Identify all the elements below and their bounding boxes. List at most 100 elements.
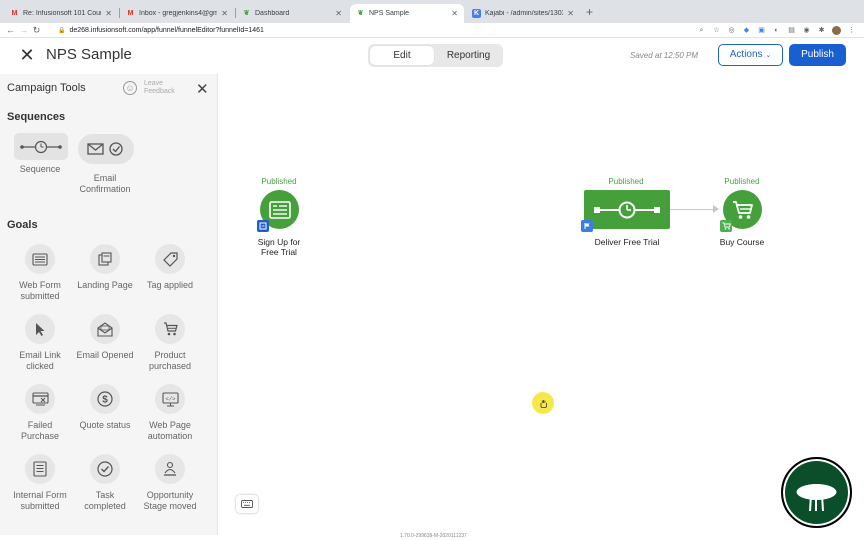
close-tab-icon[interactable]: ✕ — [567, 9, 574, 18]
actions-label: Actions — [729, 49, 763, 60]
email-opened-goal[interactable]: Email Opened — [74, 314, 136, 361]
node-label: Sign Up for Free Trial — [257, 237, 301, 257]
menu-icon[interactable]: ⋮ — [847, 26, 856, 35]
tool-label: Landing Page — [77, 280, 133, 290]
goals-heading: Goals — [7, 219, 38, 231]
tool-label: Task completed — [84, 490, 126, 511]
zoom-icon[interactable]: ⌕ — [697, 26, 706, 35]
failed-purchase-icon — [25, 384, 55, 414]
node-label: Deliver Free Trial — [594, 237, 660, 247]
tool-label: Web Page automation — [147, 420, 193, 441]
failed-purchase-goal[interactable]: Failed Purchase — [9, 384, 71, 441]
internal-form-goal[interactable]: Internal Form submitted — [9, 454, 71, 511]
email-confirmation-icon — [87, 142, 123, 156]
task-completed-goal[interactable]: Task completed — [74, 454, 136, 511]
extension-icon[interactable]: ◉ — [802, 26, 811, 35]
publish-button[interactable]: Publish — [789, 44, 846, 66]
tool-label: Opportunity Stage moved — [143, 490, 197, 511]
avatar[interactable] — [832, 25, 841, 35]
browser-tab[interactable]: M Inbox - gregjenkins4@gmail.c ✕ — [120, 4, 234, 23]
node-label: Buy Course — [719, 237, 765, 247]
close-icon[interactable]: ✕ — [19, 46, 35, 64]
email-confirmation-tool[interactable] — [78, 134, 134, 164]
cart-icon — [155, 314, 185, 344]
new-tab-icon[interactable]: + — [586, 5, 593, 19]
quote-status-goal[interactable]: $ Quote status — [74, 384, 136, 431]
landing-page-goal[interactable]: Landing Page — [74, 244, 136, 291]
web-form-icon — [25, 244, 55, 274]
url-field[interactable]: 🔒 de268.infusionsoft.com/app/funnel/funn… — [58, 24, 264, 36]
browser-tab[interactable]: ❦ Dashboard ✕ — [236, 4, 348, 23]
landing-page-icon — [90, 244, 120, 274]
gmail-icon: M — [127, 10, 134, 17]
campaign-tools-panel: Campaign Tools ☺ Leave Feedback ✕ Sequen… — [0, 74, 218, 535]
tool-label: Internal Form submitted — [13, 490, 67, 511]
close-tab-icon[interactable]: ✕ — [335, 9, 342, 18]
web-form-icon — [268, 200, 291, 219]
tab-title: Kajabi - /admin/sites/130374/c — [485, 10, 563, 17]
tool-label: Quote status — [79, 420, 131, 430]
dollar-icon: $ — [90, 384, 120, 414]
cursor-icon — [25, 314, 55, 344]
tool-label: Failed Purchase — [20, 420, 60, 441]
product-purchased-goal[interactable]: Product purchased — [139, 314, 201, 371]
smiley-icon[interactable]: ☺ — [123, 81, 137, 95]
tree-logo — [781, 457, 852, 528]
close-panel-icon[interactable]: ✕ — [196, 80, 209, 98]
close-tab-icon[interactable]: ✕ — [451, 9, 458, 18]
leave-feedback-link[interactable]: Leave Feedback — [144, 80, 188, 96]
kajabi-icon: K — [472, 9, 481, 18]
tool-label: Email Opened — [76, 350, 134, 360]
address-bar-row: ← → ↻ 🔒 de268.infusionsoft.com/app/funne… — [0, 23, 864, 38]
tool-label: Sequence — [19, 164, 61, 174]
back-icon[interactable]: ← — [4, 25, 17, 35]
cart-badge-icon — [720, 220, 732, 232]
sequence-tool[interactable] — [14, 133, 68, 160]
funnel-canvas[interactable] — [219, 74, 864, 535]
close-tab-icon[interactable]: ✕ — [221, 9, 228, 18]
web-page-automation-goal[interactable]: </> Web Page automation — [139, 384, 201, 441]
opportunity-icon — [155, 454, 185, 484]
mouse-cursor-highlight — [532, 392, 554, 414]
tool-label: Tag applied — [146, 280, 194, 290]
web-page-icon: </> — [155, 384, 185, 414]
actions-button[interactable]: Actions ⌄ — [718, 44, 783, 66]
infusionsoft-icon: ❦ — [357, 10, 364, 17]
web-form-goal[interactable]: Web Form submitted — [9, 244, 71, 301]
chevron-down-icon: ⌄ — [765, 52, 772, 59]
extension-icon[interactable]: ▣ — [757, 26, 766, 35]
cart-icon — [732, 200, 753, 219]
sequence-node[interactable] — [584, 190, 670, 229]
keyboard-icon — [241, 500, 253, 508]
flag-badge-icon — [581, 220, 593, 232]
svg-text:</>: </> — [165, 395, 175, 402]
url-text: de268.infusionsoft.com/app/funnel/funnel… — [69, 26, 264, 34]
panel-title: Campaign Tools — [7, 82, 86, 94]
tool-label-text: Email Confirmation — [79, 173, 131, 194]
email-opened-icon — [90, 314, 120, 344]
connector-line[interactable] — [670, 209, 714, 210]
puzzle-icon[interactable]: ✱ — [817, 26, 826, 35]
forward-icon[interactable]: → — [17, 25, 30, 35]
browser-tab[interactable]: M Re: Infusionsoft 101 Course Ac ✕ — [4, 4, 118, 23]
close-tab-icon[interactable]: ✕ — [105, 9, 112, 18]
opportunity-stage-goal[interactable]: Opportunity Stage moved — [139, 454, 201, 511]
browser-tab-active[interactable]: ❦ NPS Sample ✕ — [350, 4, 464, 23]
email-link-clicked-goal[interactable]: Email Link clicked — [9, 314, 71, 371]
mode-toggle: Edit Reporting — [368, 44, 503, 67]
extension-icon[interactable]: ◎ — [727, 26, 736, 35]
keyboard-shortcuts-button[interactable] — [236, 495, 258, 513]
extension-icon[interactable]: ▤ — [787, 26, 796, 35]
page-title: NPS Sample — [46, 46, 132, 63]
reload-icon[interactable]: ↻ — [30, 25, 43, 36]
bookmark-star-icon[interactable]: ☆ — [712, 26, 721, 35]
browser-tab[interactable]: K Kajabi - /admin/sites/130374/c ✕ — [466, 4, 580, 23]
gmail-icon: M — [11, 10, 18, 17]
extension-icon[interactable]: ◆ — [742, 26, 751, 35]
tab-title: Dashboard — [255, 10, 290, 17]
tab-edit[interactable]: Edit — [370, 46, 434, 65]
extension-icon[interactable]: ◐ — [772, 26, 781, 35]
tag-applied-goal[interactable]: Tag applied — [139, 244, 201, 291]
tab-title: Re: Infusionsoft 101 Course Ac — [23, 10, 101, 17]
tab-reporting[interactable]: Reporting — [436, 46, 501, 65]
